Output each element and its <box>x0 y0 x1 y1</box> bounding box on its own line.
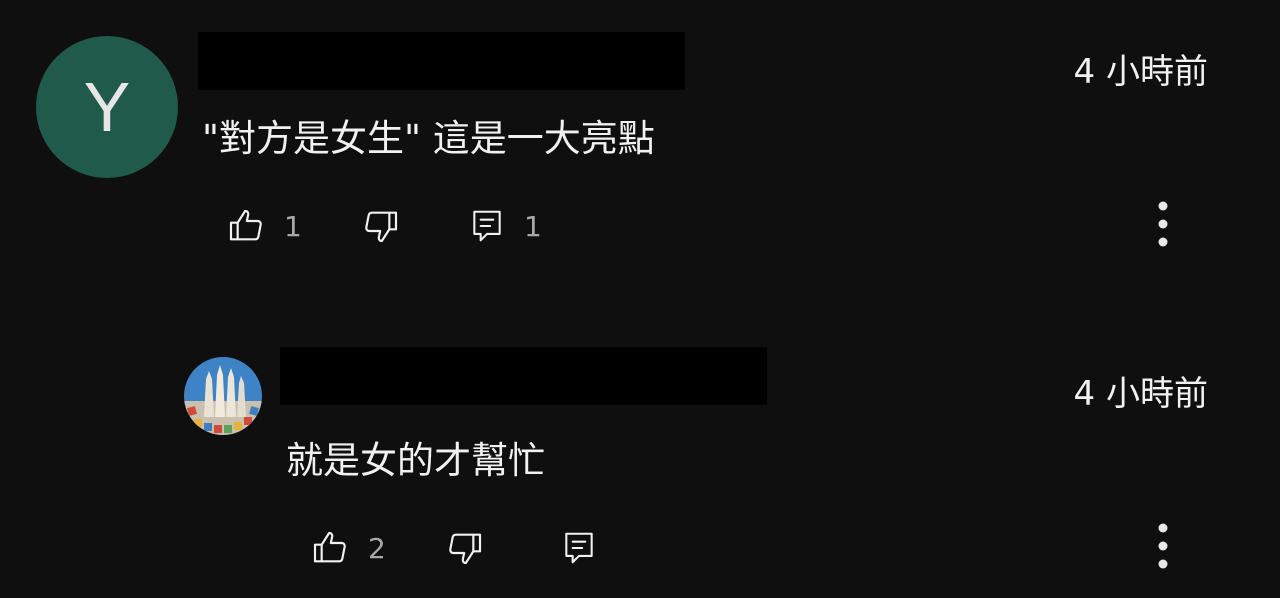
thumb-down-icon <box>445 528 485 568</box>
redacted-username <box>198 32 685 90</box>
avatar-letter: Y <box>83 68 131 146</box>
comment-text: "對方是女生" 這是一大亮點 <box>202 117 655 160</box>
reply-icon <box>468 206 506 246</box>
reply-button[interactable] <box>560 526 598 570</box>
comment-timestamp: 4 小時前 <box>1073 374 1208 414</box>
cathedral-spires-image <box>184 357 262 435</box>
more-options-button[interactable] <box>1143 196 1183 256</box>
comment-actions: 2 <box>310 526 710 570</box>
reply-icon <box>560 528 598 568</box>
more-vert-icon <box>1157 521 1169 575</box>
comment-actions: 1 1 <box>226 204 626 248</box>
like-count: 2 <box>368 531 386 565</box>
comment-text: 就是女的才幫忙 <box>286 439 545 482</box>
reply-button[interactable]: 1 <box>468 204 542 248</box>
more-vert-icon <box>1157 199 1169 253</box>
dislike-button[interactable] <box>361 204 401 248</box>
thumb-up-icon <box>310 528 350 568</box>
dislike-button[interactable] <box>445 526 485 570</box>
redacted-username <box>280 347 767 405</box>
commenter-avatar[interactable]: Y <box>36 36 178 178</box>
like-button[interactable]: 2 <box>310 526 386 570</box>
reply-count: 1 <box>524 209 542 243</box>
like-button[interactable]: 1 <box>226 204 302 248</box>
thumb-down-icon <box>361 206 401 246</box>
like-count: 1 <box>284 209 302 243</box>
comment-timestamp: 4 小時前 <box>1073 52 1208 92</box>
thumb-up-icon <box>226 206 266 246</box>
more-options-button[interactable] <box>1143 518 1183 578</box>
commenter-avatar[interactable] <box>184 357 262 435</box>
